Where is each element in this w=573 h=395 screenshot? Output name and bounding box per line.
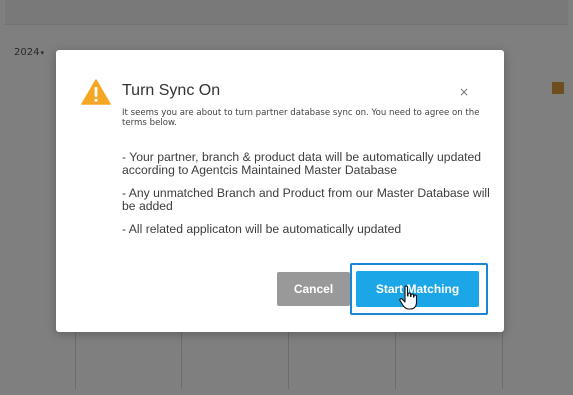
dialog-subtitle: It seems you are about to turn partner d… (122, 108, 480, 128)
terms-item: - All related applicaton will be automat… (122, 222, 402, 236)
hand-pointer-cursor-icon (399, 285, 418, 310)
terms-item: - Your partner, branch & product data wi… (122, 150, 482, 177)
terms-list: - Your partner, branch & product data wi… (122, 151, 492, 246)
dialog-title: Turn Sync On (122, 82, 221, 99)
cancel-button[interactable]: Cancel (277, 272, 350, 306)
close-icon[interactable]: × (459, 85, 469, 99)
terms-item: - Any unmatched Branch and Product from … (122, 186, 490, 213)
turn-sync-on-dialog: Turn Sync On × It seems you are about to… (56, 50, 504, 332)
warning-icon (81, 79, 111, 105)
